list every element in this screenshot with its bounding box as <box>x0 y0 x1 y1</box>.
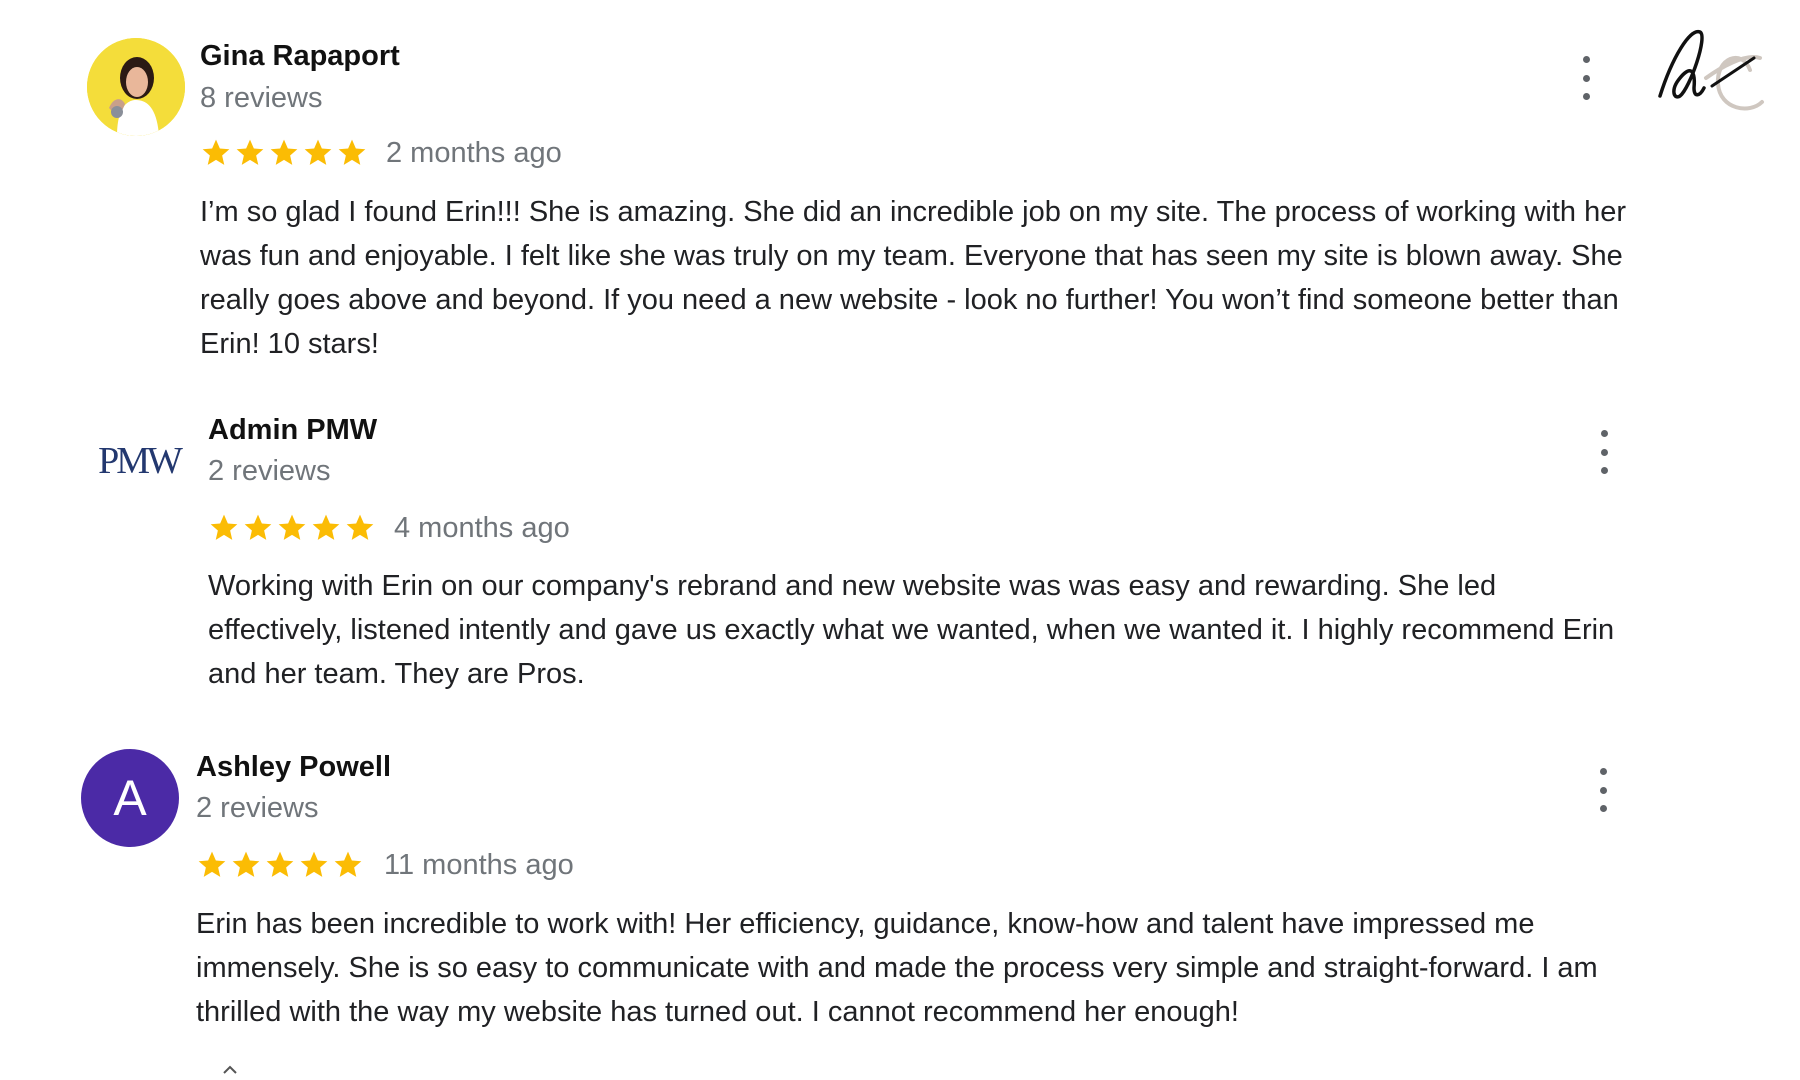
reviewer-name[interactable]: Ashley Powell <box>196 751 391 784</box>
star-icon <box>236 139 264 165</box>
star-icon <box>312 514 340 540</box>
person-photo-icon <box>87 38 185 136</box>
company-logo-avatar[interactable]: PMW <box>90 412 188 510</box>
more-vert-icon-dot <box>1582 74 1590 82</box>
more-vert-icon-dot <box>1600 430 1608 437</box>
more-vert-icon-dot <box>1599 805 1607 812</box>
star-icon <box>232 851 260 877</box>
review-text: Erin has been incredible to work with! H… <box>196 908 1598 1028</box>
more-vert-icon-dot <box>1582 56 1590 63</box>
star-rating <box>196 849 364 881</box>
star-icon <box>346 514 374 540</box>
more-options-button[interactable] <box>1592 430 1616 474</box>
star-icon <box>278 514 306 540</box>
review-date: 11 months ago <box>384 849 574 881</box>
reviewer-review-count: 8 reviews <box>200 82 323 114</box>
chevron-up-icon <box>223 1065 237 1074</box>
more-vert-icon-dot <box>1600 448 1608 456</box>
reviewer-name[interactable]: Admin PMW <box>208 414 377 447</box>
star-icon <box>270 139 298 165</box>
letter-avatar[interactable]: A <box>81 749 179 847</box>
reviewer-review-count: 2 reviews <box>196 792 319 824</box>
reviewer-review-count: 2 reviews <box>208 455 331 487</box>
star-icon <box>244 514 272 540</box>
review-text: I’m so glad I found Erin!!! She is amazi… <box>200 196 1627 360</box>
star-rating <box>200 137 368 169</box>
star-icon <box>210 514 238 540</box>
more-vert-icon-dot <box>1599 786 1607 794</box>
reviewer-name[interactable]: Gina Rapaport <box>200 40 400 73</box>
more-vert-icon-dot <box>1600 467 1608 474</box>
more-vert-icon-dot <box>1599 768 1607 775</box>
star-icon <box>266 851 294 877</box>
more-options-button[interactable] <box>1591 768 1615 812</box>
star-icon <box>198 851 226 877</box>
person-photo-avatar[interactable] <box>87 38 185 136</box>
star-icon <box>202 139 230 165</box>
star-rating <box>208 512 376 544</box>
review-date: 2 months ago <box>386 137 562 169</box>
star-icon <box>338 139 366 165</box>
review-date: 4 months ago <box>394 512 570 544</box>
star-icon <box>304 139 332 165</box>
ae-logo-icon <box>1658 30 1764 111</box>
more-vert-icon-dot <box>1582 93 1590 100</box>
star-icon <box>334 851 362 877</box>
more-options-button[interactable] <box>1574 56 1598 100</box>
star-icon <box>300 851 328 877</box>
review-text: Working with Erin on our company's rebra… <box>208 570 1615 690</box>
